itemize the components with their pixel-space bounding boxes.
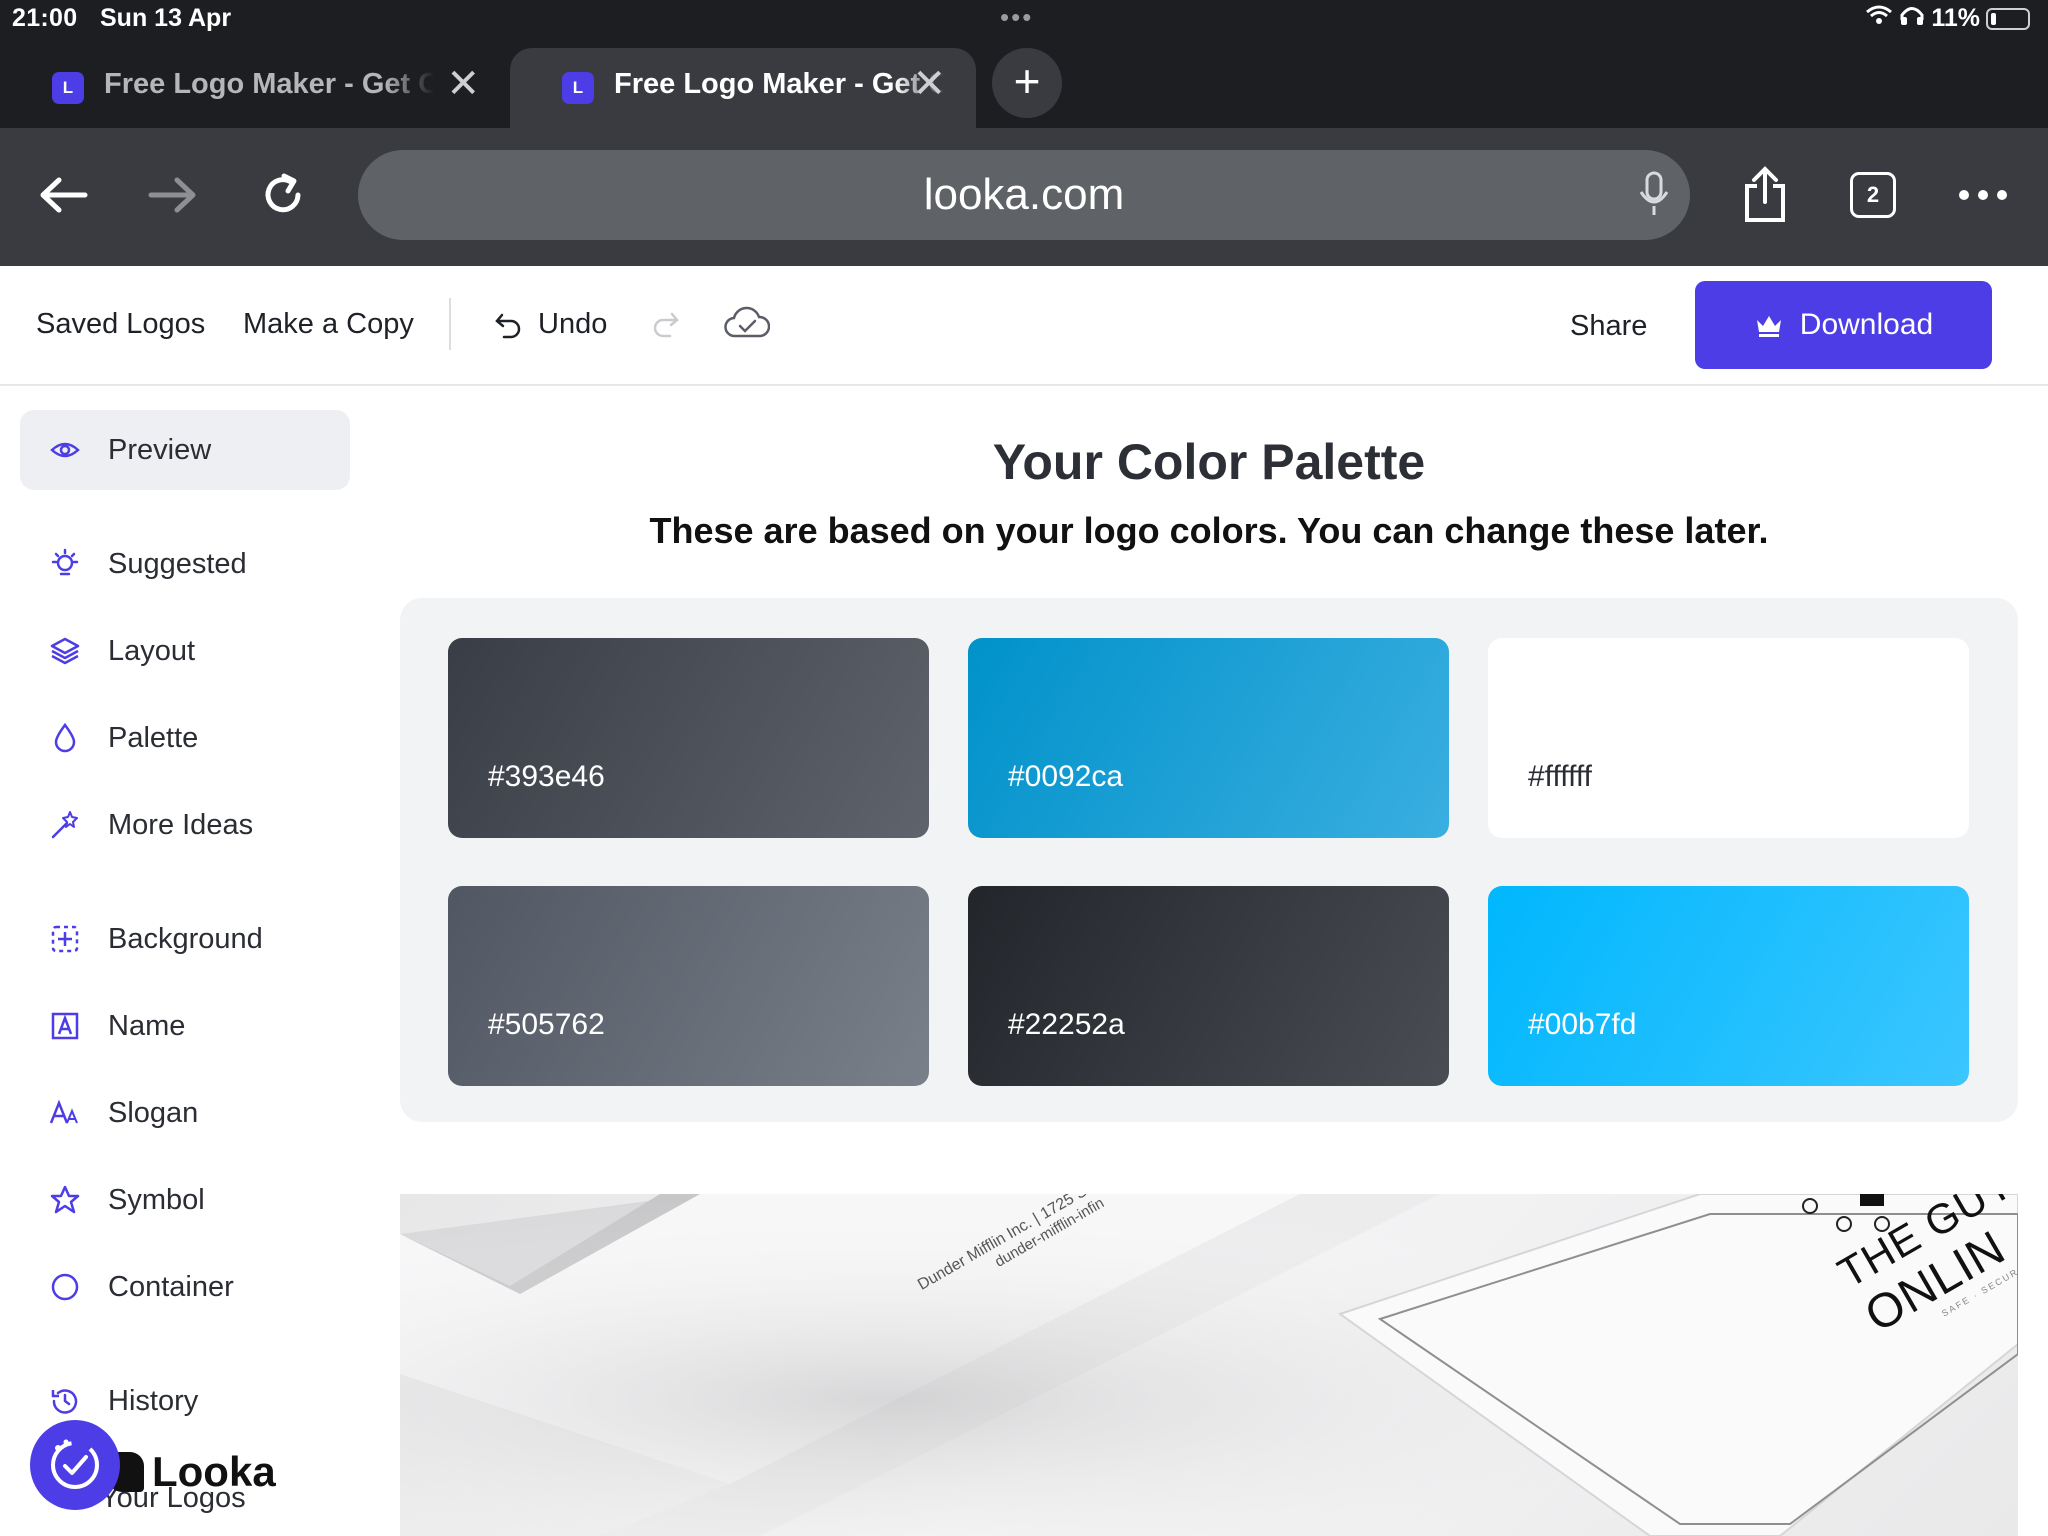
sidebar-item-label: Suggested (108, 547, 247, 580)
share-button[interactable]: Share (1570, 310, 1647, 343)
sidebar-item-label: Symbol (108, 1183, 205, 1216)
color-swatch[interactable]: #ffffff (1488, 638, 1969, 838)
sidebar-item-name[interactable]: Name (20, 986, 350, 1066)
color-swatch[interactable]: #0092ca (968, 638, 1449, 838)
swatch-hex: #505762 (488, 1008, 605, 1041)
color-swatch[interactable]: #00b7fd (1488, 886, 1969, 1086)
sidebar-item-background[interactable]: Background (20, 899, 350, 979)
undo-button[interactable]: Undo (494, 308, 607, 341)
star-icon (48, 1183, 82, 1217)
editor-toolbar: Saved Logos Make a Copy Undo Share Downl… (0, 266, 2048, 386)
sidebar-item-palette[interactable]: Palette (20, 698, 350, 778)
toolbar-divider (449, 298, 451, 350)
new-tab-button[interactable]: + (992, 48, 1062, 118)
sidebar-item-label: Palette (108, 721, 199, 754)
palette-title: Your Color Palette (992, 434, 1426, 490)
color-swatch[interactable]: #393e46 (448, 638, 929, 838)
swatch-hex: #22252a (1008, 1008, 1125, 1041)
status-date: Sun 13 Apr (100, 4, 232, 32)
sidebar-item-container[interactable]: Container (20, 1247, 350, 1327)
status-time: 21:00 (12, 4, 78, 32)
download-label: Download (1799, 308, 1934, 341)
microphone-icon[interactable] (1638, 170, 1670, 223)
layers-icon (48, 634, 82, 668)
tab-title: Free Logo Maker - Get Custom Logo Design… (614, 68, 944, 100)
sidebar-item-label: Background (108, 922, 263, 955)
eye-icon (48, 433, 82, 467)
looka-favicon-icon: L (562, 72, 594, 104)
color-palette-panel: #393e46 #0092ca #ffffff #505762 #22252a … (400, 598, 2018, 1122)
sidebar-item-label: More Ideas (108, 808, 254, 841)
magic-wand-icon (48, 808, 82, 842)
back-arrow-icon[interactable] (28, 160, 98, 230)
battery-percentage: 11% (1931, 4, 1980, 32)
crown-icon (1756, 316, 1781, 337)
assistant-badge-icon[interactable] (30, 1420, 120, 1510)
wifi-icon (1865, 4, 1893, 33)
stationery-mockup-image: Dunder Mifflin Inc. | 1725 Slough dunder… (400, 1194, 2018, 1536)
cloud-saved-icon (724, 306, 771, 348)
looka-logo: Looka (108, 1448, 276, 1496)
editor-sidebar: Preview Suggested Layout Palette More Id… (0, 388, 370, 1536)
looka-favicon-icon: L (52, 72, 84, 104)
sidebar-item-label: Preview (108, 433, 212, 466)
swatch-hex: #0092ca (1008, 760, 1124, 793)
sidebar-item-preview[interactable]: Preview (20, 410, 350, 490)
tab-switcher-button[interactable]: 2 (1850, 172, 1896, 218)
palette-subtitle: These are based on your logo colors. You… (649, 510, 1769, 551)
browser-tab-1[interactable]: L Free Logo Maker - Get Custom Logo Desi… (0, 48, 510, 128)
sidebar-item-slogan[interactable]: Slogan (20, 1073, 350, 1153)
undo-label: Undo (538, 308, 608, 340)
forward-arrow-icon[interactable] (138, 160, 208, 230)
swatch-hex: #ffffff (1528, 760, 1592, 793)
undo-icon (495, 313, 521, 338)
sidebar-item-label: Name (108, 1009, 186, 1042)
history-icon (48, 1384, 82, 1418)
sidebar-item-label: History (108, 1384, 199, 1417)
browser-toolbar: looka.com 2 (0, 128, 2048, 266)
download-button[interactable]: Download (1695, 281, 1992, 369)
circle-icon (48, 1270, 82, 1304)
close-tab-icon[interactable]: ✕ (912, 64, 946, 104)
saved-logos-link[interactable]: Saved Logos (36, 308, 205, 341)
brand-name: Looka (152, 1448, 276, 1495)
share-sheet-icon[interactable] (1730, 160, 1800, 230)
url-text: looka.com (923, 170, 1125, 219)
status-indicators: 11% (1865, 4, 2030, 33)
font-size-icon (48, 1096, 82, 1130)
text-box-icon (48, 1009, 82, 1043)
headphones-icon (1899, 4, 1925, 33)
browser-tab-strip: 21:00 Sun 13 Apr ••• 11% L Free Logo Mak… (0, 0, 2048, 128)
make-copy-link[interactable]: Make a Copy (243, 308, 414, 341)
mockup-illustration (400, 1194, 2018, 1536)
tab-title: Free Logo Maker - Get Custom Logo Design… (104, 68, 434, 100)
sidebar-item-label: Container (108, 1270, 234, 1303)
color-swatch[interactable]: #22252a (968, 886, 1449, 1086)
swatch-hex: #00b7fd (1528, 1008, 1637, 1041)
reload-icon[interactable] (248, 160, 318, 230)
background-grid-icon (48, 922, 82, 956)
sidebar-item-more-ideas[interactable]: More Ideas (20, 785, 350, 865)
sidebar-item-label: Slogan (108, 1096, 199, 1129)
sidebar-item-suggested[interactable]: Suggested (20, 524, 350, 604)
swatch-hex: #393e46 (488, 760, 605, 793)
more-menu-icon[interactable] (1948, 160, 2018, 230)
droplet-icon (48, 721, 82, 755)
browser-tab-2-active[interactable]: L Free Logo Maker - Get Custom Logo Desi… (510, 48, 976, 128)
color-swatch[interactable]: #505762 (448, 886, 929, 1086)
sidebar-item-symbol[interactable]: Symbol (20, 1160, 350, 1240)
sidebar-item-layout[interactable]: Layout (20, 611, 350, 691)
lightbulb-icon (48, 547, 82, 581)
multitasking-dots-icon[interactable]: ••• (1000, 2, 1033, 33)
redo-icon[interactable] (652, 310, 680, 346)
close-tab-icon[interactable]: ✕ (446, 64, 480, 104)
battery-icon (1986, 7, 2030, 30)
sidebar-item-label: Layout (108, 634, 196, 667)
address-bar[interactable]: looka.com (358, 150, 1690, 240)
